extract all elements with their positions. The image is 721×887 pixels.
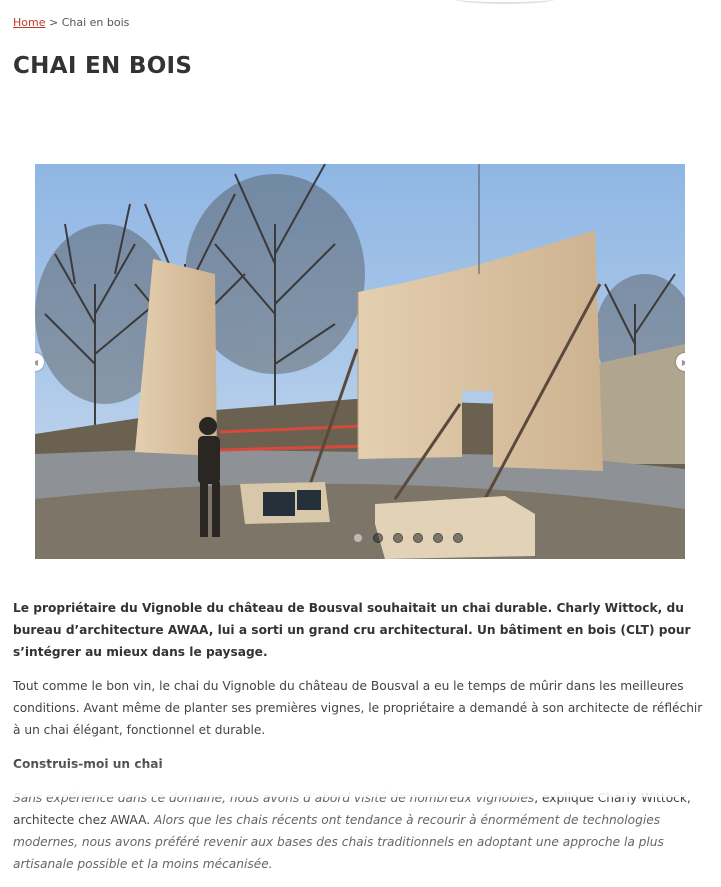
slider-dot[interactable] bbox=[373, 533, 383, 543]
chevron-left-icon: ◀ bbox=[35, 358, 38, 367]
article-lead: Le propriétaire du Vignoble du château d… bbox=[13, 601, 691, 659]
slider-dot[interactable] bbox=[453, 533, 463, 543]
slider-pagination bbox=[353, 533, 463, 543]
slider-dot[interactable] bbox=[393, 533, 403, 543]
article-paragraph: Tout comme le bon vin, le chai du Vignob… bbox=[13, 679, 703, 737]
header-decoration bbox=[455, 0, 555, 4]
breadcrumb: Home > Chai en bois bbox=[13, 16, 129, 29]
article-subheading: Construis-moi un chai bbox=[13, 757, 163, 771]
breadcrumb-current: Chai en bois bbox=[61, 16, 130, 29]
slide-image bbox=[35, 164, 685, 559]
image-slider: ◀ ▶ bbox=[35, 164, 685, 559]
article-body: Le propriétaire du Vignoble du château d… bbox=[13, 597, 708, 887]
slider-dot[interactable] bbox=[353, 533, 363, 543]
quote-part-1: Sans expérience dans ce domaine, nous av… bbox=[13, 791, 535, 805]
page-title: CHAI EN BOIS bbox=[13, 53, 193, 79]
breadcrumb-home-link[interactable]: Home bbox=[13, 16, 45, 29]
slider-dot[interactable] bbox=[413, 533, 423, 543]
breadcrumb-separator: > bbox=[48, 16, 59, 29]
article-quote-paragraph: Sans expérience dans ce domaine, nous av… bbox=[13, 787, 708, 875]
chevron-right-icon: ▶ bbox=[682, 358, 685, 367]
slider-dot[interactable] bbox=[433, 533, 443, 543]
